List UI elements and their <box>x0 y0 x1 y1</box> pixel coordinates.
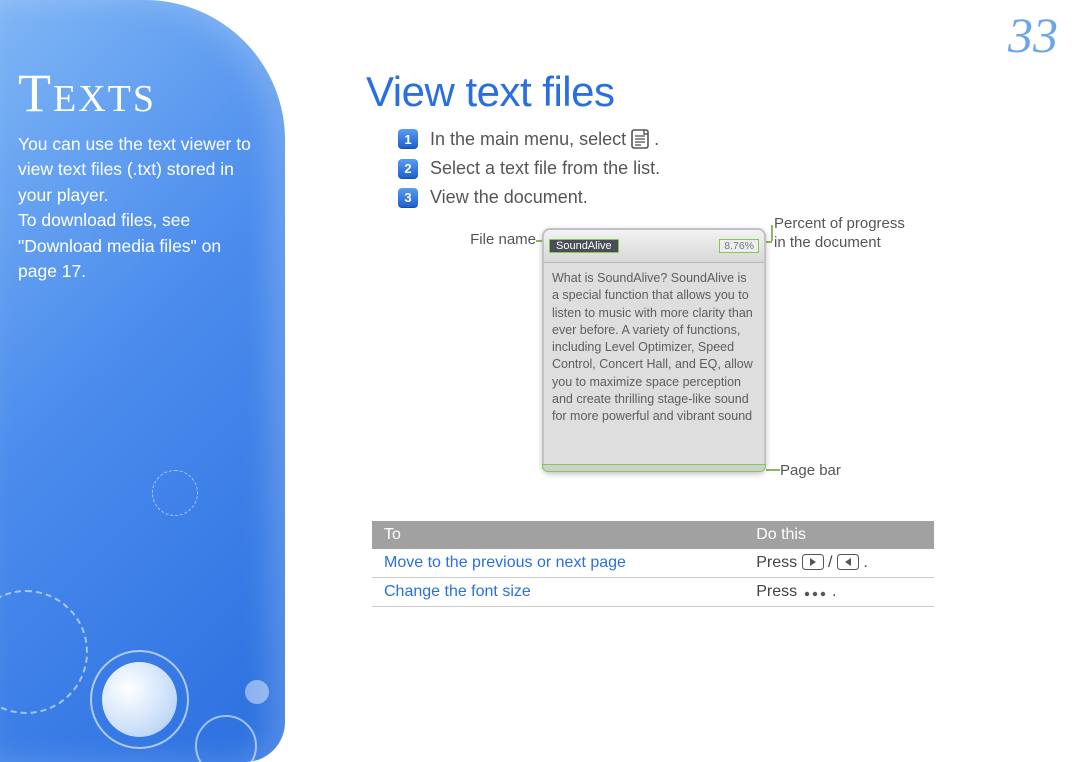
table-cell-do-text: Press <box>756 554 797 571</box>
main-content: 33 View text files 1 In the main menu, s… <box>310 0 1080 762</box>
device-body-text: What is SoundAlive? SoundAlive is a spec… <box>544 263 764 432</box>
next-button-icon <box>802 554 824 570</box>
step-number-badge: 3 <box>398 188 418 208</box>
sidebar-paragraph: To download files, see "Download media f… <box>18 208 255 284</box>
table-cell-do: Press / . <box>744 549 934 578</box>
table-cell-do: Press . <box>744 578 934 607</box>
period: . <box>863 554 867 571</box>
decorative-circle <box>152 470 198 516</box>
callout-filename: File name <box>436 231 536 250</box>
device-header: SoundAlive 8.76% <box>544 230 764 263</box>
table-row: Change the font size Press . <box>372 578 934 607</box>
table-cell-do-text: Press <box>756 583 797 600</box>
sidebar-paragraph: You can use the text viewer to view text… <box>18 132 255 208</box>
decorative-circle <box>195 715 257 762</box>
device-illustration: File name Percent of progress in the doc… <box>436 228 856 503</box>
device-file-title: SoundAlive <box>549 239 619 253</box>
step-number-badge: 1 <box>398 129 418 149</box>
step-text: In the main menu, select <box>430 129 626 150</box>
text-file-icon <box>629 128 651 150</box>
table-header: Do this <box>744 521 934 549</box>
table-cell-to: Change the font size <box>372 578 744 607</box>
page-number: 33 <box>1008 6 1058 64</box>
callout-pagebar: Page bar <box>780 462 841 481</box>
step-number-badge: 2 <box>398 159 418 179</box>
sidebar-title: Texts <box>18 62 285 124</box>
slash-separator: / <box>828 554 837 571</box>
device-progress-percent: 8.76% <box>719 239 759 253</box>
table-header-row: To Do this <box>372 521 934 549</box>
callout-line <box>766 469 780 471</box>
prev-button-icon <box>837 554 859 570</box>
table-cell-to: Move to the previous or next page <box>372 549 744 578</box>
step: 1 In the main menu, select . <box>398 128 1040 150</box>
callout-line <box>771 225 773 241</box>
step: 3 View the document. <box>398 187 1040 208</box>
table-header: To <box>372 521 744 549</box>
decorative-circle <box>90 650 189 749</box>
menu-dots-icon <box>802 589 828 599</box>
step: 2 Select a text file from the list. <box>398 158 1040 179</box>
main-title: View text files <box>366 68 1040 116</box>
callout-progress: Percent of progress in the document <box>774 215 914 253</box>
steps-list: 1 In the main menu, select . 2 Select a … <box>398 128 1040 208</box>
device-screen: SoundAlive 8.76% What is SoundAlive? Sou… <box>542 228 766 472</box>
step-text: View the document. <box>430 187 588 208</box>
manual-page: Texts You can use the text viewer to vie… <box>0 0 1080 762</box>
decorative-circle <box>0 590 88 714</box>
step-text-suffix: . <box>654 129 659 150</box>
decorative-circle <box>245 680 269 704</box>
device-page-bar <box>542 464 766 472</box>
sidebar: Texts You can use the text viewer to vie… <box>0 0 285 762</box>
instruction-table: To Do this Move to the previous or next … <box>372 521 934 607</box>
period: . <box>832 583 836 600</box>
step-text: Select a text file from the list. <box>430 158 660 179</box>
table-row: Move to the previous or next page Press … <box>372 549 934 578</box>
